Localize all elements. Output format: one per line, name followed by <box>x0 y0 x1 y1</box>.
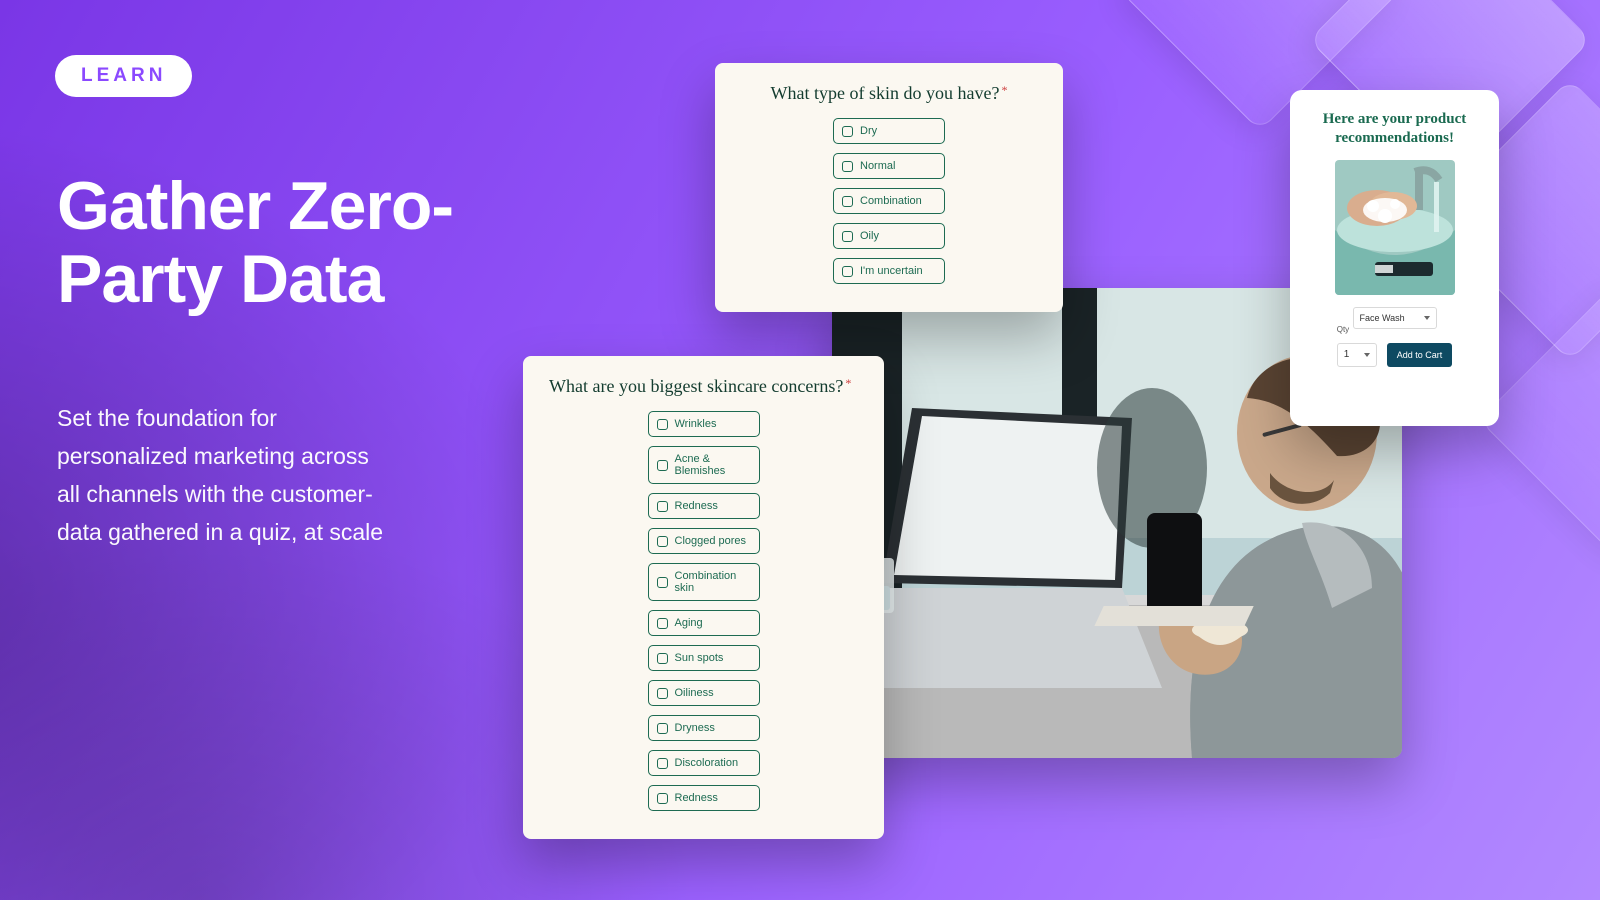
quiz2-title-text: What are you biggest skincare concerns? <box>549 376 843 396</box>
checkbox-icon <box>657 618 668 629</box>
quiz-option[interactable]: Normal <box>833 153 945 179</box>
checkbox-icon <box>842 126 853 137</box>
quiz-option-label: Wrinkles <box>675 418 717 430</box>
qty-value: 1 <box>1344 349 1350 360</box>
checkbox-icon <box>657 723 668 734</box>
add-to-cart-button[interactable]: Add to Cart <box>1387 343 1453 367</box>
checkbox-icon <box>842 266 853 277</box>
quiz-option-label: Acne & Blemishes <box>675 453 751 477</box>
quiz-option[interactable]: Combination <box>833 188 945 214</box>
quiz-option[interactable]: Discoloration <box>648 750 760 776</box>
checkbox-icon <box>842 161 853 172</box>
quiz1-options: Dry Normal Combination Oily I'm uncertain <box>715 118 1063 312</box>
checkbox-icon <box>657 536 668 547</box>
chevron-down-icon <box>1424 316 1430 320</box>
quiz-option[interactable]: Redness <box>648 493 760 519</box>
quiz-option-label: Combination <box>860 195 922 207</box>
quiz-option-label: Sun spots <box>675 652 724 664</box>
quiz2-options: Wrinkles Acne & Blemishes Redness Clogged p… <box>523 411 884 839</box>
quiz1-title-text: What type of skin do you have? <box>771 83 1000 103</box>
quiz1-title: What type of skin do you have?* <box>715 63 1063 118</box>
quiz-option[interactable]: I'm uncertain <box>833 258 945 284</box>
quiz-option-label: Discoloration <box>675 757 739 769</box>
quiz-option[interactable]: Oily <box>833 223 945 249</box>
quiz-option[interactable]: Redness <box>648 785 760 811</box>
quiz-option[interactable]: Dry <box>833 118 945 144</box>
learn-badge: LEARN <box>55 55 192 97</box>
checkbox-icon <box>657 793 668 804</box>
quiz-option-label: Dry <box>860 125 877 137</box>
quiz-option-label: Dryness <box>675 722 715 734</box>
quiz2-title: What are you biggest skincare concerns?* <box>523 356 884 411</box>
quiz-option-label: Normal <box>860 160 895 172</box>
quiz-option-label: I'm uncertain <box>860 265 923 277</box>
quiz-option-label: Clogged pores <box>675 535 747 547</box>
quiz-option[interactable]: Acne & Blemishes <box>648 446 760 484</box>
quiz-option-label: Oiliness <box>675 687 714 699</box>
quiz-option[interactable]: Wrinkles <box>648 411 760 437</box>
variant-label: Face Wash <box>1360 313 1405 323</box>
quiz-option-label: Oily <box>860 230 879 242</box>
marketing-slide: LEARN Gather Zero-Party Data Set the fou… <box>0 0 1600 900</box>
quiz-option[interactable]: Combination skin <box>648 563 760 601</box>
hero-headline: Gather Zero-Party Data <box>57 170 477 317</box>
checkbox-icon <box>657 460 668 471</box>
quiz-option-label: Combination skin <box>675 570 751 594</box>
qty-label: Qty <box>1337 325 1349 334</box>
quiz-card-concerns: What are you biggest skincare concerns?*… <box>523 356 884 839</box>
quiz-option[interactable]: Sun spots <box>648 645 760 671</box>
checkbox-icon <box>842 231 853 242</box>
reco-heading: Here are your product recommendations! <box>1306 110 1483 148</box>
checkbox-icon <box>657 577 668 588</box>
checkbox-icon <box>657 688 668 699</box>
checkbox-icon <box>657 501 668 512</box>
variant-select[interactable]: Face Wash <box>1353 307 1437 329</box>
checkbox-icon <box>657 419 668 430</box>
quiz-option[interactable]: Oiliness <box>648 680 760 706</box>
quiz-option[interactable]: Dryness <box>648 715 760 741</box>
required-asterisk: * <box>1001 83 1007 97</box>
qty-select[interactable]: 1 <box>1337 343 1377 367</box>
quiz-option-label: Aging <box>675 617 703 629</box>
checkbox-icon <box>657 653 668 664</box>
checkbox-icon <box>657 758 668 769</box>
quiz-option[interactable]: Clogged pores <box>648 528 760 554</box>
quiz-card-skin-type: What type of skin do you have?* Dry Norma… <box>715 63 1063 312</box>
recommendation-card: Here are your product recommendations! <box>1290 90 1499 426</box>
checkbox-icon <box>842 196 853 207</box>
quiz-option-label: Redness <box>675 792 718 804</box>
required-asterisk: * <box>845 376 851 390</box>
quiz-option[interactable]: Aging <box>648 610 760 636</box>
chevron-down-icon <box>1364 353 1370 357</box>
reco-product-image <box>1335 160 1455 295</box>
quiz-option-label: Redness <box>675 500 718 512</box>
hero-subcopy: Set the foundation for personalized mark… <box>57 400 391 552</box>
